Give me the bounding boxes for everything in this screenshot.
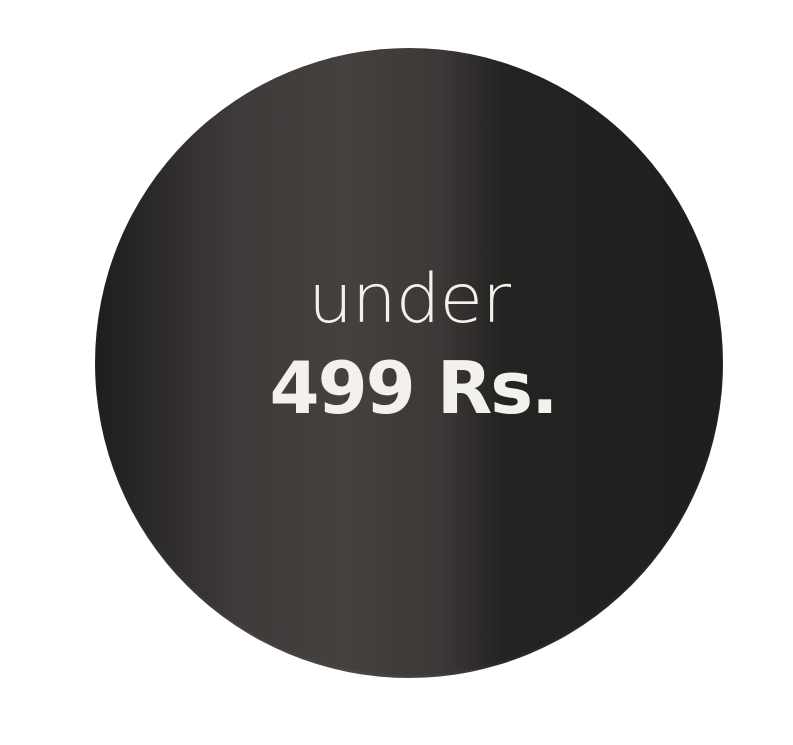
badge-price-text: 499 Rs. [269,346,558,430]
badge-prefix-text: under [308,260,511,339]
price-badge: under 499 Rs. [95,48,723,678]
canvas: under 499 Rs. [0,0,793,745]
